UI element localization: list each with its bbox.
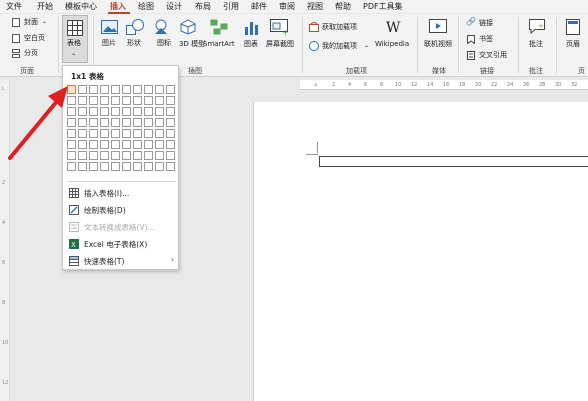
annotation-arrow-icon [8,86,68,160]
